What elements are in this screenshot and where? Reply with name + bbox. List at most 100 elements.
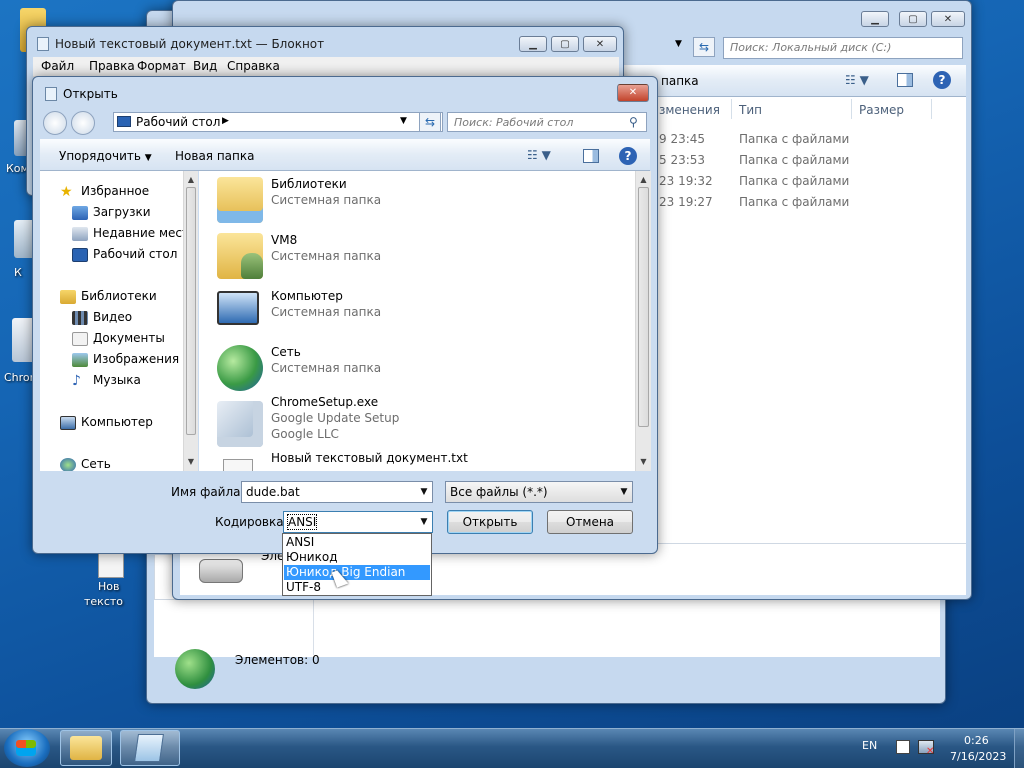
libraries-icon [60,289,76,304]
chevron-down-icon[interactable]: ▼ [416,512,432,532]
address-bar[interactable]: Рабочий стол ▶ ▼ [113,112,443,132]
scroll-thumb[interactable] [186,187,196,435]
encoding-select[interactable]: ANSI ▼ [283,511,433,533]
encoding-option-highlighted[interactable]: Юникод Big Endian [284,565,430,580]
clock-time[interactable]: 0:26 [964,734,989,747]
open-dialog: Открыть ✕ Рабочий стол ▶ ▼ ⇆ Поиск: Рабо… [32,76,658,554]
column-header-type[interactable]: Тип [739,103,762,117]
language-indicator[interactable]: EN [862,739,877,752]
row-type: Папка с файлами [739,132,850,146]
preview-pane-icon[interactable] [583,149,599,163]
minimize-button[interactable]: ▁ [861,11,889,27]
dialog-close-button[interactable]: ✕ [617,84,649,102]
list-item[interactable]: VM8 Системная папка [199,227,629,283]
list-item[interactable]: Сеть Системная папка [199,339,629,395]
preview-pane-icon[interactable] [897,73,913,87]
action-center-icon[interactable] [896,740,910,754]
nav-label: Библиотеки [81,289,157,303]
organize-label: Упорядочить [59,149,141,163]
nav-desktop[interactable]: Рабочий стол [72,244,177,264]
nav-pictures[interactable]: Изображения [72,349,179,369]
list-item[interactable]: Новый текстовый документ.txt [199,451,629,471]
notepad-title: Новый текстовый документ.txt — Блокнот [55,37,325,51]
nav-documents[interactable]: Документы [72,328,165,348]
chevron-down-icon[interactable]: ▼ [416,482,432,502]
windows-logo-icon [16,740,36,756]
scroll-up-icon[interactable]: ▲ [636,173,651,187]
notepad-close-button[interactable]: ✕ [583,36,617,52]
help-icon[interactable]: ? [619,147,637,165]
breadcrumb-arrow-icon[interactable]: ▶ [222,116,229,126]
scroll-up-icon[interactable]: ▲ [184,173,198,187]
nav-label: Видео [93,310,133,324]
list-item[interactable]: Компьютер Системная папка [199,283,629,339]
dialog-search-input[interactable]: Поиск: Рабочий стол [447,112,647,132]
file-list: Библиотеки Системная папка VM8 Системная… [199,171,651,471]
nav-favorites[interactable]: ★ Избранное [60,181,149,201]
address-dropdown-icon[interactable]: ▼ [675,39,682,49]
show-desktop-button[interactable] [1014,729,1024,768]
nav-label: Загрузки [93,205,151,219]
item-name: Библиотеки [271,177,347,191]
menu-edit[interactable]: Правка [89,59,135,73]
encoding-option[interactable]: ANSI [284,535,430,550]
column-header-date[interactable]: зменения [659,103,720,117]
recycle-desktop-label: К [14,266,22,279]
view-options-icon[interactable]: ☷ ▼ [527,148,551,162]
item-subtitle: Системная папка [271,361,382,375]
item-name: Компьютер [271,289,343,303]
address-dropdown-icon[interactable]: ▼ [400,116,407,126]
nav-music[interactable]: ♪ Музыка [72,370,141,390]
forward-button[interactable] [71,111,95,135]
dialog-title: Открыть [63,87,118,101]
view-options-icon[interactable]: ☷ ▼ [845,73,875,87]
back-button[interactable] [43,111,67,135]
text-file-desktop-label-2: тексто [84,595,124,608]
row-type: Папка с файлами [739,153,850,167]
nav-downloads[interactable]: Загрузки [72,202,151,222]
help-icon[interactable]: ? [933,71,951,89]
notepad-maximize-button[interactable]: ▢ [551,36,579,52]
scroll-down-icon[interactable]: ▼ [636,455,651,469]
menu-view[interactable]: Вид [193,59,217,73]
navigation-scrollbar[interactable]: ▲ ▼ [183,171,198,471]
filetype-select[interactable]: Все файлы (*.*) ▼ [445,481,633,503]
new-folder-button[interactable]: Новая папка [175,149,254,163]
scroll-thumb[interactable] [638,187,649,427]
list-item[interactable]: ChromeSetup.exe Google Update Setup Goog… [199,395,629,451]
menu-help[interactable]: Справка [227,59,280,73]
refresh-icon[interactable]: ⇆ [419,112,441,132]
file-list-scrollbar[interactable]: ▲ ▼ [635,171,651,471]
notepad-minimize-button[interactable]: ▁ [519,36,547,52]
nav-computer[interactable]: Компьютер [60,412,153,432]
organize-button[interactable]: Упорядочить ▼ [59,149,152,163]
refresh-icon[interactable]: ⇆ [693,37,715,57]
nav-recent-places[interactable]: Недавние места [72,223,196,243]
column-header-size[interactable]: Размер [859,103,904,117]
explorer-toolbar-label[interactable]: папка [661,74,699,88]
encoding-option[interactable]: UTF-8 [284,580,430,595]
filename-field[interactable]: dude.bat ▼ [241,481,433,503]
maximize-button[interactable]: ▢ [899,11,927,27]
menu-format[interactable]: Формат [137,59,186,73]
clock-date[interactable]: 7/16/2023 [950,750,1006,763]
volume-muted-icon[interactable]: ✕ [926,746,934,757]
scroll-down-icon[interactable]: ▼ [184,455,198,469]
recent-places-icon [72,226,88,241]
chevron-down-icon[interactable]: ▼ [616,482,632,502]
item-name: ChromeSetup.exe [271,395,379,409]
nav-network[interactable]: Сеть [60,454,111,471]
nav-video[interactable]: Видео [72,307,132,327]
nav-label: Компьютер [81,415,153,429]
nav-label: Сеть [81,457,111,471]
cancel-button[interactable]: Отмена [547,510,633,534]
close-button[interactable]: ✕ [931,11,965,27]
search-input[interactable]: Поиск: Локальный диск (C:) [723,37,963,59]
notepad-icon [37,37,49,51]
background-explorer-status: Элементов: 0 [235,653,320,667]
encoding-option[interactable]: Юникод [284,550,430,565]
menu-file[interactable]: Файл [41,59,74,73]
open-button[interactable]: Открыть [447,510,533,534]
list-item[interactable]: Библиотеки Системная папка [199,171,629,227]
nav-libraries[interactable]: Библиотеки [60,286,157,306]
